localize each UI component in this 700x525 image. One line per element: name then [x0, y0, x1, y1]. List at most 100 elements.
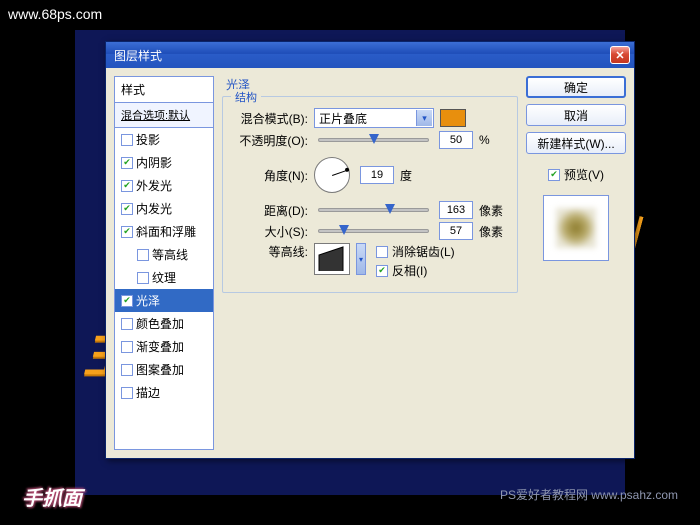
opacity-thumb[interactable]: [369, 134, 379, 144]
style-checkbox[interactable]: ✔: [121, 226, 133, 238]
dialog-buttons-panel: 确定 取消 新建样式(W)... ✔ 预览(V): [526, 76, 626, 450]
color-swatch[interactable]: [440, 109, 466, 127]
watermark-bottom-right: PS爱好者教程网 www.psahz.com: [500, 486, 678, 503]
watermark-top: www.68ps.com: [8, 6, 102, 22]
invert-checkbox[interactable]: ✔: [376, 265, 388, 277]
style-checkbox[interactable]: ✔: [121, 180, 133, 192]
style-preview: [543, 195, 609, 261]
style-item-2[interactable]: ✔外发光: [115, 174, 213, 197]
layer-style-dialog: 图层样式 ✕ 样式 混合选项:默认 投影✔内阴影✔外发光✔内发光✔斜面和浮雕等高…: [105, 41, 635, 459]
opacity-input[interactable]: 50: [439, 131, 473, 149]
style-item-11[interactable]: 描边: [115, 381, 213, 404]
style-label: 渐变叠加: [136, 338, 184, 355]
style-item-3[interactable]: ✔内发光: [115, 197, 213, 220]
opacity-label: 不透明度(O):: [233, 132, 308, 149]
preview-sample: [556, 208, 596, 248]
size-label: 大小(S):: [233, 223, 308, 240]
size-input[interactable]: 57: [439, 222, 473, 240]
style-label: 外发光: [136, 177, 172, 194]
watermark-bottom-left: 手抓面: [22, 482, 82, 511]
style-label: 颜色叠加: [136, 315, 184, 332]
contour-picker[interactable]: [314, 243, 350, 275]
dialog-body: 样式 混合选项:默认 投影✔内阴影✔外发光✔内发光✔斜面和浮雕等高线纹理✔光泽颜…: [106, 68, 634, 458]
fieldset-legend: 结构: [231, 89, 261, 105]
distance-row: 距离(D): 163 像素: [233, 201, 507, 219]
contour-label: 等高线:: [233, 243, 308, 260]
chevron-down-icon: ▾: [359, 255, 363, 264]
dialog-title: 图层样式: [114, 47, 610, 64]
style-checkbox[interactable]: ✔: [121, 295, 133, 307]
style-label: 描边: [136, 384, 160, 401]
style-item-7[interactable]: ✔光泽: [115, 289, 213, 312]
antialias-row: 消除锯齿(L): [376, 243, 455, 260]
distance-slider[interactable]: [318, 208, 429, 212]
size-slider[interactable]: [318, 229, 429, 233]
style-item-10[interactable]: 图案叠加: [115, 358, 213, 381]
styles-list: 投影✔内阴影✔外发光✔内发光✔斜面和浮雕等高线纹理✔光泽颜色叠加渐变叠加图案叠加…: [115, 128, 213, 449]
blend-mode-select[interactable]: 正片叠底 ▾: [314, 108, 434, 128]
distance-unit: 像素: [479, 202, 507, 219]
style-item-0[interactable]: 投影: [115, 128, 213, 151]
preview-toggle-row: ✔ 预览(V): [526, 166, 626, 183]
opacity-slider[interactable]: [318, 138, 429, 142]
contour-row: 等高线: ▾ 消除锯齿(L) ✔ 反相(I): [233, 243, 507, 279]
angle-input[interactable]: 19: [360, 166, 394, 184]
style-checkbox[interactable]: [121, 341, 133, 353]
size-unit: 像素: [479, 223, 507, 240]
distance-label: 距离(D):: [233, 202, 308, 219]
cancel-button[interactable]: 取消: [526, 104, 626, 126]
contour-icon: [317, 245, 347, 273]
invert-row: ✔ 反相(I): [376, 262, 455, 279]
style-checkbox[interactable]: ✔: [121, 157, 133, 169]
style-label: 纹理: [152, 269, 176, 286]
dialog-titlebar[interactable]: 图层样式 ✕: [106, 42, 634, 68]
antialias-checkbox[interactable]: [376, 246, 388, 258]
invert-label: 反相(I): [392, 262, 427, 279]
style-label: 投影: [136, 131, 160, 148]
antialias-label: 消除锯齿(L): [392, 243, 455, 260]
style-item-6[interactable]: 纹理: [115, 266, 213, 289]
style-checkbox[interactable]: [121, 318, 133, 330]
style-checkbox[interactable]: [121, 387, 133, 399]
distance-thumb[interactable]: [385, 204, 395, 214]
style-checkbox[interactable]: [137, 249, 149, 261]
blend-mode-label: 混合模式(B):: [233, 110, 308, 127]
style-label: 斜面和浮雕: [136, 223, 196, 240]
ok-button[interactable]: 确定: [526, 76, 626, 98]
blending-options-default[interactable]: 混合选项:默认: [115, 103, 213, 128]
styles-list-panel: 样式 混合选项:默认 投影✔内阴影✔外发光✔内发光✔斜面和浮雕等高线纹理✔光泽颜…: [114, 76, 214, 450]
style-item-5[interactable]: 等高线: [115, 243, 213, 266]
angle-dial[interactable]: [314, 157, 350, 193]
style-label: 内阴影: [136, 154, 172, 171]
style-item-4[interactable]: ✔斜面和浮雕: [115, 220, 213, 243]
style-label: 等高线: [152, 246, 188, 263]
contour-dropdown[interactable]: ▾: [356, 243, 366, 275]
angle-unit: 度: [400, 167, 428, 184]
style-checkbox[interactable]: ✔: [121, 203, 133, 215]
blend-mode-row: 混合模式(B): 正片叠底 ▾: [233, 108, 507, 128]
new-style-button[interactable]: 新建样式(W)...: [526, 132, 626, 154]
blend-mode-value: 正片叠底: [319, 110, 367, 127]
style-checkbox[interactable]: [121, 134, 133, 146]
angle-label: 角度(N):: [233, 167, 308, 184]
styles-header[interactable]: 样式: [115, 77, 213, 103]
size-thumb[interactable]: [339, 225, 349, 235]
style-label: 光泽: [136, 292, 160, 309]
close-button[interactable]: ✕: [610, 46, 630, 64]
angle-row: 角度(N): 19 度: [233, 157, 507, 193]
preview-checkbox[interactable]: ✔: [548, 169, 560, 181]
style-checkbox[interactable]: [137, 272, 149, 284]
section-title: 光泽: [222, 76, 518, 96]
distance-input[interactable]: 163: [439, 201, 473, 219]
style-item-1[interactable]: ✔内阴影: [115, 151, 213, 174]
style-item-8[interactable]: 颜色叠加: [115, 312, 213, 335]
style-checkbox[interactable]: [121, 364, 133, 376]
opacity-unit: %: [479, 133, 507, 147]
close-icon: ✕: [615, 49, 624, 62]
style-label: 内发光: [136, 200, 172, 217]
style-item-9[interactable]: 渐变叠加: [115, 335, 213, 358]
structure-fieldset: 结构 混合模式(B): 正片叠底 ▾ 不透明度(O): 50 % 角: [222, 96, 518, 293]
style-label: 图案叠加: [136, 361, 184, 378]
opacity-row: 不透明度(O): 50 %: [233, 131, 507, 149]
size-row: 大小(S): 57 像素: [233, 222, 507, 240]
